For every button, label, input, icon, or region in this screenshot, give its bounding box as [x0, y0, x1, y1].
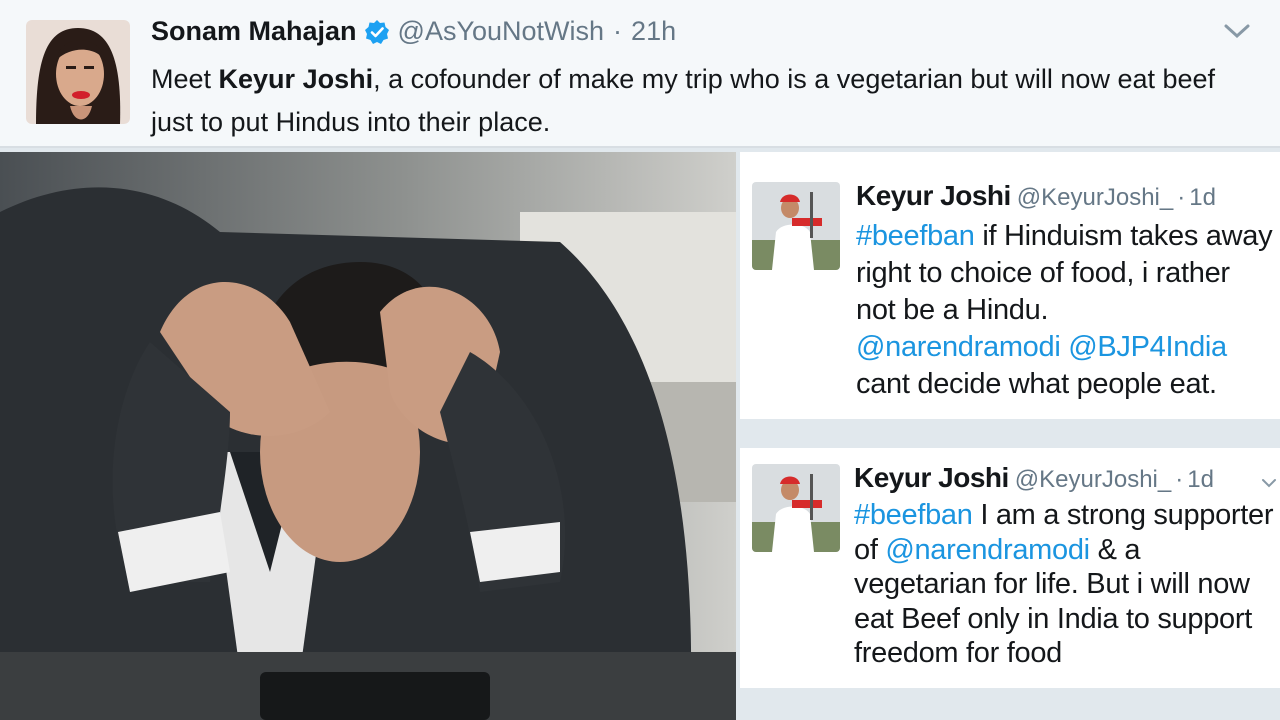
avatar-sonam[interactable] [26, 20, 130, 124]
tweet-text-part: cant decide what people eat. [856, 368, 1217, 400]
tweet-1-text: #beefban if Hinduism takes away right to… [856, 218, 1276, 403]
stressed-man-photo [0, 152, 736, 720]
author-handle[interactable]: @AsYouNotWish [398, 16, 605, 47]
tweet-text-bold-name: Keyur Joshi [218, 64, 374, 94]
tweet-timestamp[interactable]: 1d [1187, 466, 1214, 494]
tweet-timestamp[interactable]: 21h [631, 16, 676, 47]
tweet-2-text: #beefban I am a strong supporter of @nar… [854, 498, 1279, 671]
chevron-down-icon[interactable] [1260, 476, 1278, 490]
tweet-1-header: Keyur Joshi @KeyurJoshi_ · 1d [856, 180, 1216, 212]
author-handle[interactable]: @KeyurJoshi_ [1017, 184, 1173, 212]
embedded-tweet-1: Keyur Joshi @KeyurJoshi_ · 1d #beefban i… [740, 152, 1280, 420]
top-tweet-header: Sonam Mahajan @AsYouNotWish · 21h [151, 16, 676, 47]
embedded-tweet-2: Keyur Joshi @KeyurJoshi_ · 1d #beefban I… [740, 448, 1280, 688]
mention-link[interactable]: @narendramodi [856, 331, 1061, 363]
tweet-text: Meet Keyur Joshi, a cofounder of make my… [151, 58, 1261, 144]
author-name[interactable]: Sonam Mahajan [151, 16, 357, 47]
mention-link[interactable]: @BJP4India [1068, 331, 1227, 363]
author-name[interactable]: Keyur Joshi [856, 180, 1011, 212]
separator-dot: · [613, 16, 623, 46]
separator-dot: · [1175, 466, 1184, 493]
verified-badge-icon [364, 19, 390, 45]
hashtag-link[interactable]: #beefban [854, 499, 973, 531]
author-handle[interactable]: @KeyurJoshi_ [1015, 466, 1171, 494]
tweet-2-header: Keyur Joshi @KeyurJoshi_ · 1d [854, 462, 1214, 494]
mention-link[interactable]: @narendramodi [885, 534, 1090, 566]
chevron-down-icon[interactable] [1222, 20, 1252, 42]
avatar-keyur[interactable] [752, 182, 840, 270]
tweet-timestamp[interactable]: 1d [1189, 184, 1216, 212]
separator-dot: · [1177, 184, 1186, 211]
author-name[interactable]: Keyur Joshi [854, 462, 1009, 494]
avatar-keyur[interactable] [752, 464, 840, 552]
top-tweet: Sonam Mahajan @AsYouNotWish · 21h Meet K… [0, 0, 1280, 148]
tweet-text-intro: Meet [151, 64, 219, 94]
hashtag-link[interactable]: #beefban [856, 220, 975, 252]
